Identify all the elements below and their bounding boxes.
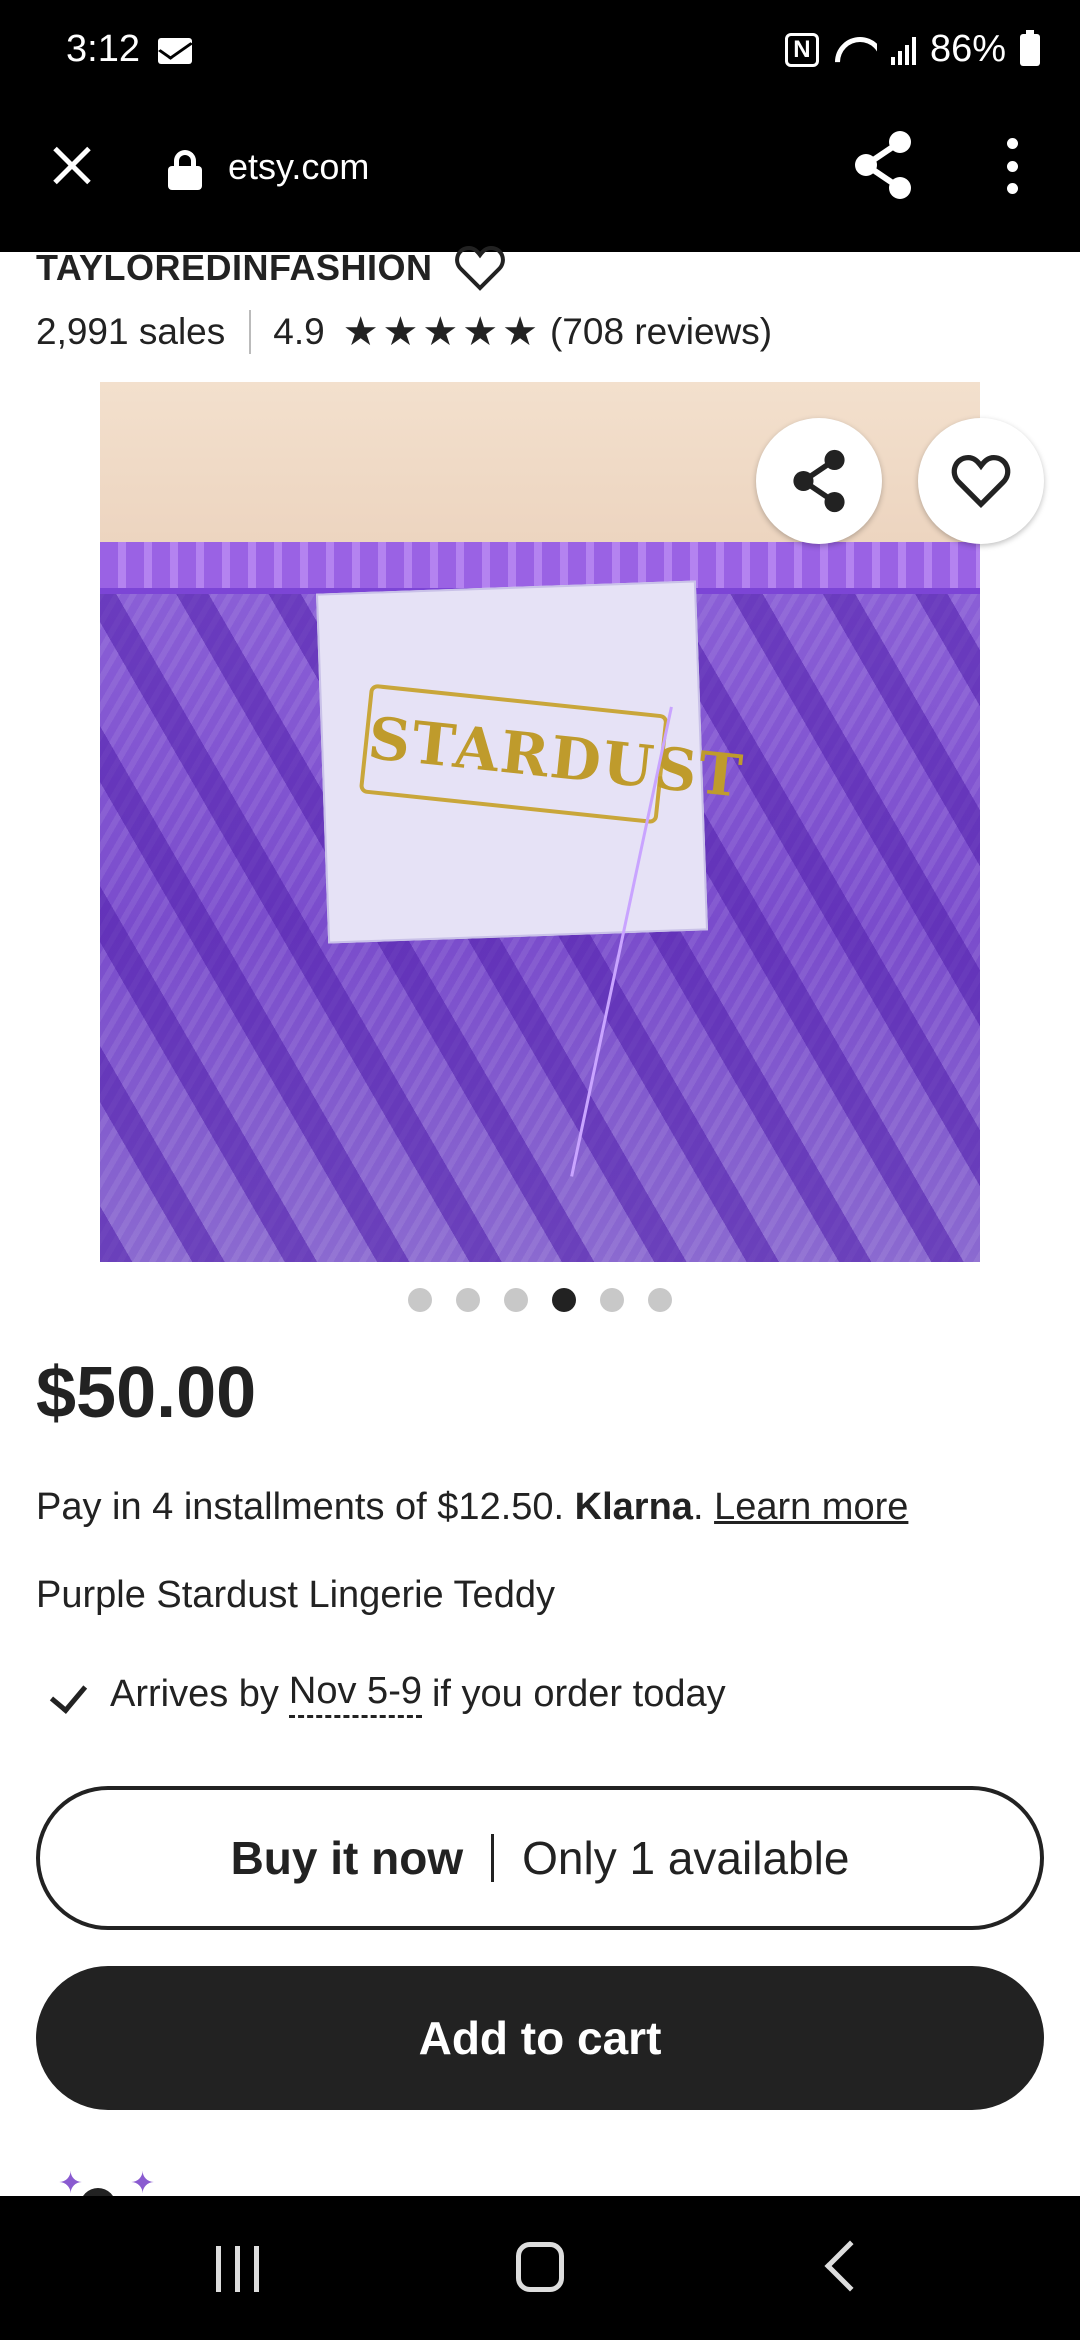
review-count[interactable]: (708 reviews) xyxy=(550,311,772,353)
share-icon xyxy=(793,449,845,513)
buy-now-label: Buy it now xyxy=(230,1832,464,1884)
divider xyxy=(491,1834,495,1882)
more-options-icon[interactable] xyxy=(1000,138,1024,194)
listing-title: Purple Stardust Lingerie Teddy xyxy=(36,1574,555,1616)
carousel-dot[interactable] xyxy=(408,1288,432,1312)
share-icon[interactable] xyxy=(852,130,914,200)
sales-count: 2,991 sales xyxy=(36,311,226,352)
mail-icon xyxy=(158,38,192,64)
status-bar: 3:12 N 86% xyxy=(0,0,1080,100)
star-icon: ★ xyxy=(422,310,459,354)
add-to-cart-button[interactable]: Add to cart xyxy=(36,1966,1044,2110)
carousel-dot[interactable] xyxy=(456,1288,480,1312)
rating-value: 4.9 xyxy=(273,311,325,352)
favorite-shop-icon[interactable] xyxy=(454,244,505,292)
status-icons: N 86% xyxy=(784,28,1040,71)
browser-toolbar xyxy=(0,100,1080,252)
klarna-logo: Klarna xyxy=(574,1486,693,1528)
star-icon: ★ xyxy=(342,310,379,354)
status-time: 3:12 xyxy=(66,28,140,70)
arrives-suffix: if you order today xyxy=(431,1672,726,1715)
lock-icon xyxy=(168,150,202,190)
shop-name[interactable]: TAYLOREDINFASHION xyxy=(36,247,433,289)
arrives-prefix: Arrives by xyxy=(110,1672,279,1715)
heart-icon xyxy=(951,455,1011,509)
carousel-dots xyxy=(408,1288,672,1312)
learn-more-link[interactable]: Learn more xyxy=(714,1486,908,1528)
favorite-listing-button[interactable] xyxy=(918,418,1044,544)
star-icon: ★ xyxy=(502,310,538,354)
garment-label: STARDUST xyxy=(316,580,747,944)
garment-label-text: STARDUST xyxy=(358,683,747,825)
star-icon: ★ xyxy=(382,310,419,354)
arrives-date[interactable]: Nov 5-9 xyxy=(288,1670,422,1718)
signal-icon xyxy=(890,35,916,65)
battery-icon xyxy=(1020,29,1040,66)
check-icon xyxy=(52,1674,92,1714)
buy-it-now-button[interactable]: Buy it now Only 1 available xyxy=(36,1786,1044,1930)
close-tab-button[interactable] xyxy=(44,138,100,194)
carousel-dot[interactable] xyxy=(648,1288,672,1312)
klarna-text: Pay in 4 installments of $12.50. xyxy=(36,1486,565,1528)
divider xyxy=(249,310,252,354)
klarna-installments: Pay in 4 installments of $12.50. Klarna.… xyxy=(36,1486,908,1529)
carousel-dot[interactable] xyxy=(552,1288,576,1312)
shop-rating-row: 2,991 sales 4.9 ★ ★ ★ ★ ★ (708 reviews) xyxy=(36,310,772,354)
battery-percent: 86% xyxy=(929,28,1006,70)
url-text[interactable]: etsy.com xyxy=(228,146,369,188)
star-icon: ★ xyxy=(462,310,499,354)
star-rating: ★ ★ ★ ★ ★ xyxy=(343,312,538,352)
home-icon[interactable] xyxy=(516,2242,564,2292)
recent-apps-icon[interactable] xyxy=(216,2246,259,2292)
shop-header: TAYLOREDINFASHION xyxy=(36,244,505,292)
price: $50.00 xyxy=(36,1353,257,1433)
share-listing-button[interactable] xyxy=(756,418,882,544)
wifi-icon xyxy=(833,33,877,67)
delivery-estimate: Arrives by Nov 5-9 if you order today xyxy=(52,1670,726,1718)
carousel-dot[interactable] xyxy=(504,1288,528,1312)
carousel-dot[interactable] xyxy=(600,1288,624,1312)
availability-label: Only 1 available xyxy=(522,1832,850,1884)
klarna-period: . xyxy=(692,1486,704,1528)
nfc-icon: N xyxy=(784,32,819,67)
